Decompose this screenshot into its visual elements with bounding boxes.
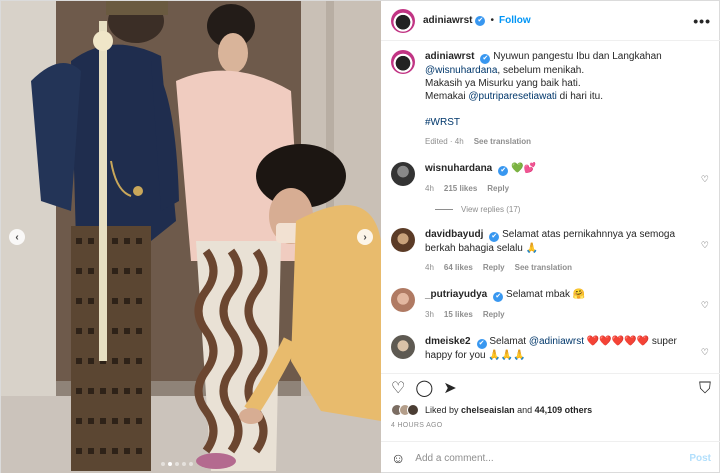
verified-badge-icon: ✔ [476, 339, 487, 349]
comment-bubble-icon[interactable]: ◯ [415, 380, 433, 397]
see-translation-link[interactable]: See translation [474, 137, 531, 146]
verified-badge-icon: ✔ [498, 166, 509, 176]
replies-divider [435, 209, 453, 210]
see-translation-link[interactable]: See translation [515, 263, 572, 272]
caption-username[interactable]: adiniawrst [425, 51, 474, 62]
like-heart-icon[interactable]: ♡ [391, 380, 405, 397]
caption-mention[interactable]: @wisnuhardana [425, 65, 497, 76]
comment-mention[interactable]: @adiniawrst [529, 336, 584, 347]
caption-line1: Nyuwun pangestu Ibu dan Langkahan [493, 51, 662, 62]
instagram-post-window: ‹ › adiniawrst ✔ • Follow ••• adiniawrst… [0, 0, 720, 473]
carousel-indicators [161, 462, 193, 466]
carousel-dot [175, 462, 179, 466]
comment-username[interactable]: _putriayudya [425, 289, 487, 300]
comment-time: 3h [425, 310, 434, 319]
comment-input[interactable] [415, 452, 690, 464]
post-comment-button[interactable]: Post [689, 453, 711, 464]
verified-badge-icon: ✔ [493, 292, 504, 302]
carousel-dot [161, 462, 165, 466]
caption-line2: , sebelum menikah. [497, 65, 585, 76]
post-action-bar: ♡ ◯ ➤ ⛉ [381, 373, 720, 399]
comment-hearts: ❤️❤️❤️❤️❤️ [586, 336, 650, 347]
comment-like-icon[interactable]: ♡ [701, 240, 709, 251]
view-replies-label: View replies (17) [461, 205, 521, 214]
chevron-left-icon: ‹ [15, 231, 19, 243]
carousel-next-button[interactable]: › [357, 229, 373, 245]
post-details-pane: adiniawrst ✔ • Follow ••• adiniawrst ✔ Ny… [381, 1, 720, 473]
post-caption: adiniawrst ✔ Nyuwun pangestu Ibu dan Lang… [391, 50, 711, 148]
comment-text: 💚💕 [511, 163, 536, 174]
comment-meta: 3h 15 likes Reply [425, 308, 691, 321]
comment-like-icon[interactable]: ♡ [701, 174, 709, 185]
avatar[interactable] [391, 162, 415, 186]
reply-button[interactable]: Reply [483, 263, 505, 272]
post-author-username[interactable]: adiniawrst [423, 15, 472, 26]
bookmark-icon[interactable]: ⛉ [699, 380, 711, 397]
comment-meta: 4h 215 likes Reply [425, 182, 691, 195]
comment-text: Selamat [489, 336, 527, 347]
comment-text: Selamat mbak 🤗 [506, 289, 586, 300]
likes-count[interactable]: 44,109 others [535, 405, 593, 415]
caption-line4-pre: Memakai [425, 91, 466, 102]
comment-like-icon[interactable]: ♡ [701, 300, 709, 311]
verified-badge-icon: ✔ [475, 15, 486, 26]
likes-summary: Liked by chelseaislan and 44,109 others [391, 404, 592, 416]
separator-dot: • [490, 15, 494, 26]
comment-like-icon[interactable]: ♡ [701, 347, 709, 358]
caption-mention[interactable]: @putriparesetiawati [468, 91, 557, 102]
add-comment-bar: ☺ Post [381, 441, 720, 473]
comment-item: wisnuhardana ✔ 💚💕 4h 215 likes Reply ♡ [391, 162, 711, 195]
caption-line3: Makasih ya Misurku yang baik hati. [425, 78, 581, 89]
more-options-icon[interactable]: ••• [693, 13, 711, 29]
view-replies-button[interactable]: View replies (17) [435, 205, 711, 214]
verified-badge-icon: ✔ [480, 54, 491, 64]
avatar [407, 404, 419, 416]
chevron-right-icon: › [363, 231, 367, 243]
verified-badge-icon: ✔ [489, 232, 500, 242]
wedding-photo-illustration [1, 1, 381, 473]
comments-list[interactable]: adiniawrst ✔ Nyuwun pangestu Ibu dan Lang… [381, 42, 720, 366]
carousel-dot [182, 462, 186, 466]
likes-and: and [517, 405, 533, 415]
avatar[interactable] [391, 228, 415, 252]
emoji-icon[interactable]: ☺ [391, 450, 405, 466]
comment-time: 4h [425, 263, 434, 272]
caption-meta: Edited · 4h See translation [425, 135, 691, 148]
carousel-prev-button[interactable]: ‹ [9, 229, 25, 245]
caption-hashtag[interactable]: #WRST [425, 117, 460, 128]
comment-item: dmeiske2 ✔ Selamat @adiniawrst ❤️❤️❤️❤️❤️… [391, 335, 711, 362]
comment-likes[interactable]: 64 likes [444, 263, 473, 272]
reply-button[interactable]: Reply [487, 184, 509, 193]
liked-by-user[interactable]: chelseaislan [461, 405, 515, 415]
avatar[interactable] [391, 335, 415, 359]
reply-button[interactable]: Reply [483, 310, 505, 319]
avatar[interactable] [391, 50, 415, 74]
comment-likes[interactable]: 215 likes [444, 184, 477, 193]
carousel-dot-active [168, 462, 172, 466]
follow-button[interactable]: Follow [499, 15, 531, 26]
carousel-dot [189, 462, 193, 466]
comment-username[interactable]: davidbayudj [425, 229, 483, 240]
post-photo: ‹ › [1, 1, 381, 473]
liker-avatars [391, 404, 419, 416]
comment-meta: 4h 64 likes Reply See translation [425, 261, 691, 274]
comment-item: _putriayudya ✔ Selamat mbak 🤗 3h 15 likes R… [391, 288, 711, 321]
caption-line4-post: di hari itu. [559, 91, 604, 102]
avatar[interactable] [391, 288, 415, 312]
comment-likes[interactable]: 15 likes [444, 310, 473, 319]
share-icon[interactable]: ➤ [443, 380, 456, 397]
edited-timestamp: Edited · 4h [425, 137, 464, 146]
post-timestamp: 4 HOURS AGO [391, 422, 443, 429]
comment-item: davidbayudj ✔ Selamat atas pernikahnnya y… [391, 228, 711, 274]
comment-username[interactable]: wisnuhardana [425, 163, 492, 174]
comment-time: 4h [425, 184, 434, 193]
comment-username[interactable]: dmeiske2 [425, 336, 471, 347]
avatar[interactable] [391, 8, 415, 33]
post-header: adiniawrst ✔ • Follow ••• [381, 1, 720, 41]
likes-prefix: Liked by [425, 405, 459, 415]
